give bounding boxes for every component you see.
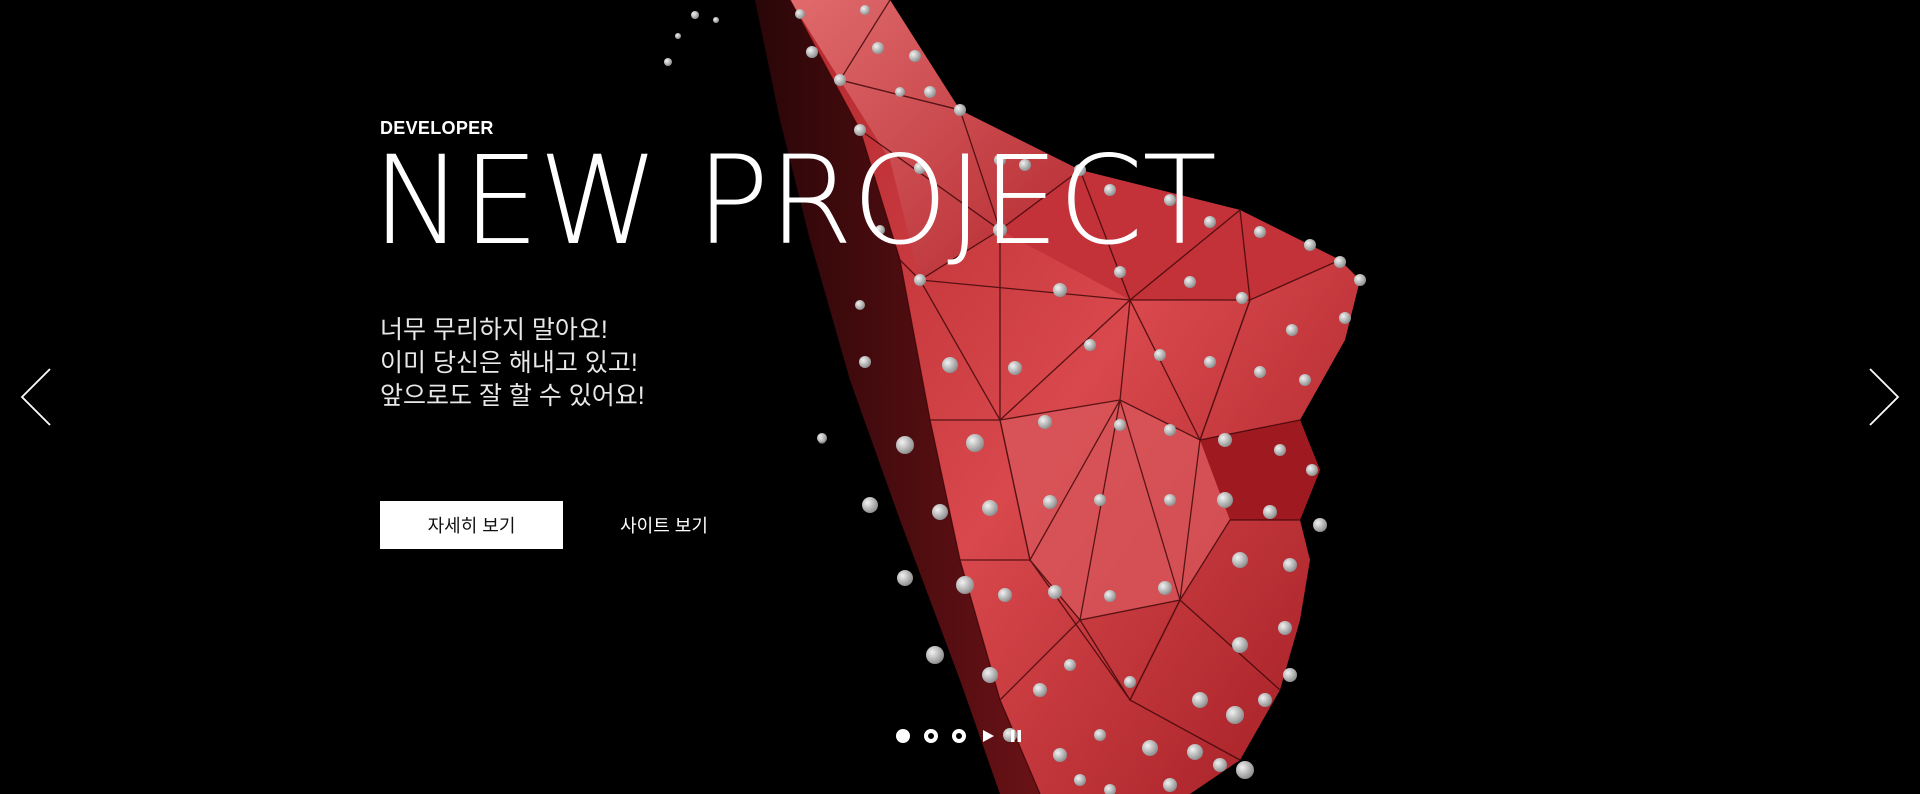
pause-icon[interactable] [1008,728,1024,744]
hero-description-line: 너무 무리하지 말아요! [380,316,608,344]
hero-description: 너무 무리하지 말아요! 이미 당신은 해내고 있고! 앞으로도 잘 할 수 있… [380,314,645,413]
view-details-button[interactable]: 자세히 보기 [380,501,563,549]
pagination-dot-2[interactable] [924,729,938,743]
hero-description-line: 이미 당신은 해내고 있고! [380,349,638,377]
hero-title: NEW PROJECT [372,130,1217,272]
view-site-button[interactable]: 사이트 보기 [600,501,728,549]
chevron-right-icon[interactable] [1864,366,1904,428]
pagination-dot-3[interactable] [952,729,966,743]
play-icon[interactable] [980,728,996,744]
chevron-left-icon[interactable] [16,366,56,428]
slider-controls [896,726,1036,746]
pagination-dot-1[interactable] [896,729,910,743]
hero-description-line: 앞으로도 잘 할 수 있어요! [380,382,645,410]
hero-slider: DEVELOPER NEW PROJECT 너무 무리하지 말아요! 이미 당신… [0,0,1920,794]
hero-visual-polygon-shape [664,0,1366,794]
